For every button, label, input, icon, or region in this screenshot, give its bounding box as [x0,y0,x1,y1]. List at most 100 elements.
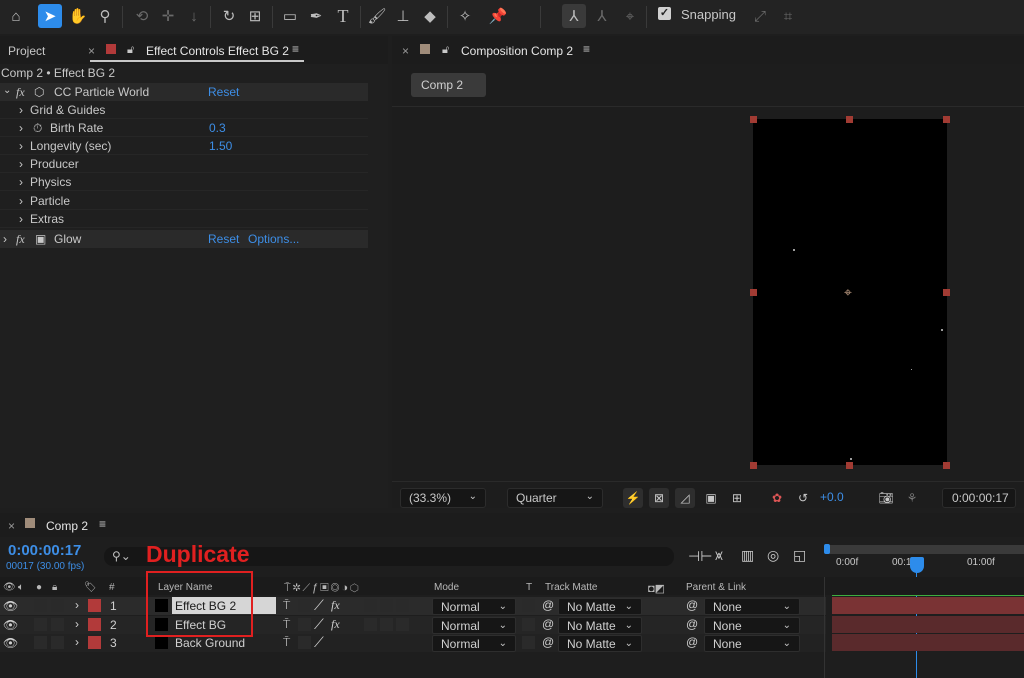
chevron-right-icon[interactable]: › [19,103,23,117]
eye-icon[interactable]: 👁︎ [3,599,18,613]
current-time-display[interactable]: 0:00:00:17 [942,488,1016,508]
shy-switch-icon[interactable]: ⍑ [283,617,290,632]
guides-icon[interactable]: ⊞ [727,488,747,508]
reset-link[interactable]: Reset [208,85,239,99]
track-matte-dropdown[interactable]: No Matte ⌄ [558,598,642,615]
reset-link[interactable]: Reset [208,232,239,246]
parent-pickwhip-icon[interactable]: @ [686,617,698,631]
parent-dropdown[interactable]: None ⌄ [704,635,800,652]
shy-switch-icon[interactable]: ⍑ [283,598,290,613]
composition-canvas[interactable]: ⌖ [753,119,947,465]
fx-switch-icon[interactable]: fx [331,598,340,613]
property-longevity[interactable]: › Longevity (sec) 1.50 [0,137,368,155]
shy-switch-icon[interactable]: ⍑ [283,635,290,650]
exposure-value[interactable]: +0.0 [820,490,844,504]
lock-switch[interactable] [51,599,64,612]
snapshot-icon[interactable]: 📷︎ [876,488,896,508]
preserve-transparency-switch[interactable] [522,636,535,649]
adjustment-switch[interactable] [396,599,409,612]
tab-project[interactable]: Project [8,44,45,58]
pickwhip-icon[interactable]: @ [542,635,554,649]
transform-handle[interactable] [846,462,853,469]
world-axis-icon[interactable]: ⅄ [590,4,614,28]
close-icon[interactable]: × [88,44,95,58]
transform-handle[interactable] [846,116,853,123]
stopwatch-icon[interactable]: ⏱ [33,121,42,136]
mask-visibility-icon[interactable]: ◿ [675,488,695,508]
pan-camera-icon[interactable]: ✛ [156,4,180,28]
transform-handle[interactable] [943,116,950,123]
comp-breadcrumb-chip[interactable]: Comp 2 [411,73,486,97]
group-particle[interactable]: › Particle [0,192,368,210]
chevron-right-icon[interactable]: › [75,635,79,649]
fast-preview-icon[interactable]: ⚡ [623,488,643,508]
layer-duration-bar[interactable] [832,616,1024,633]
region-of-interest-icon[interactable]: ▣ [701,488,721,508]
preserve-transparency-switch[interactable] [522,618,535,631]
puppet-pin-icon[interactable]: 📌 [486,4,510,28]
snap-edge-icon[interactable]: ⤢ [748,4,772,28]
orbit-camera-icon[interactable]: ⟲ [130,4,154,28]
parent-dropdown[interactable]: None ⌄ [704,617,800,634]
chevron-right-icon[interactable]: › [75,598,79,612]
anchor-point-icon[interactable]: ⌖ [841,285,855,299]
label-color[interactable] [88,636,101,649]
collapse-switch[interactable] [298,618,311,631]
fx-icon[interactable]: fx [16,232,25,247]
motion-blur-icon[interactable]: ◎ [767,547,779,564]
effect-cc-particle-world[interactable]: ⌄ fx ⬡ CC Particle World Reset [0,83,368,101]
effect-glow[interactable]: › fx ▣ Glow Reset Options... [0,230,368,248]
layer-row[interactable]: 👁︎ › 1 Effect BG 2 ⍑ ⟋ fx Normal ⌄ @ No M… [0,597,826,615]
layer-name[interactable]: Back Ground [175,636,245,650]
tab-composition[interactable]: Composition Comp 2 [461,44,573,58]
tab-effect-controls[interactable]: Effect Controls Effect BG 2 [146,44,289,58]
zoom-tool-icon[interactable]: ⚲ [93,4,117,28]
brush-tool-icon[interactable]: 🖌 [365,4,389,28]
rectangle-tool-icon[interactable]: ▭ [278,4,302,28]
parent-pickwhip-icon[interactable]: @ [686,635,698,649]
transform-handle[interactable] [750,289,757,296]
type-tool-icon[interactable]: T [331,4,355,28]
options-link[interactable]: Options... [248,232,299,246]
property-value[interactable]: 1.50 [209,139,232,153]
layer-row[interactable]: 👁︎ › 2 Effect BG ⍑ ⟋ fx Normal ⌄ @ No Mat… [0,616,826,634]
shy-layers-icon[interactable]: ⩙ [715,547,723,564]
chevron-right-icon[interactable]: › [19,194,23,208]
parent-dropdown[interactable]: None ⌄ [704,598,800,615]
tab-timeline-comp[interactable]: Comp 2 [46,519,88,533]
panel-menu-icon[interactable]: ≡ [583,42,590,56]
graph-editor-icon[interactable]: ◱ [793,547,806,564]
quality-switch-icon[interactable]: ⟋ [314,634,324,651]
rotate-tool-icon[interactable]: ↻ [217,4,241,28]
group-grid-guides[interactable]: › Grid & Guides [0,101,368,119]
pickwhip-icon[interactable]: @ [542,598,554,612]
home-icon[interactable]: ⌂ [4,4,28,28]
chevron-right-icon[interactable]: › [19,212,23,226]
transform-handle[interactable] [750,116,757,123]
property-birth-rate[interactable]: › ⏱ Birth Rate 0.3 [0,119,368,137]
frame-blending-icon[interactable]: ▥ [741,547,754,564]
motion-blur-switch[interactable] [380,618,393,631]
snapping-checkbox[interactable]: ✓ [658,7,671,20]
layer-row[interactable]: 👁︎ › 3 Back Ground ⍑ ⟋ Normal ⌄ @ No Matt… [0,634,826,652]
transform-handle[interactable] [750,462,757,469]
work-area-bar[interactable] [826,545,1024,554]
resolution-dropdown[interactable]: Quarter ⌄ [507,488,603,508]
mode-dropdown[interactable]: Normal ⌄ [432,617,516,634]
solo-switch[interactable] [34,599,47,612]
zoom-dropdown[interactable]: (33.3%) ⌄ [400,488,486,508]
preserve-transparency-switch[interactable] [522,599,535,612]
chevron-right-icon[interactable]: › [19,121,23,135]
quality-switch-icon[interactable]: ⟋ [314,597,324,614]
lock-switch[interactable] [51,636,64,649]
panel-menu-icon[interactable]: ≡ [99,517,106,531]
selection-tool-icon[interactable]: ➤ [38,4,62,28]
chevron-right-icon[interactable]: › [19,175,23,189]
roto-brush-icon[interactable]: ✧ [453,4,477,28]
snap-feature-icon[interactable]: ⌗ [776,4,800,28]
mode-dropdown[interactable]: Normal ⌄ [432,598,516,615]
pen-tool-icon[interactable]: ✒ [304,4,328,28]
label-color[interactable] [88,618,101,631]
clone-stamp-icon[interactable]: ⊥ [391,4,415,28]
pan-behind-icon[interactable]: ⊞ [243,4,267,28]
